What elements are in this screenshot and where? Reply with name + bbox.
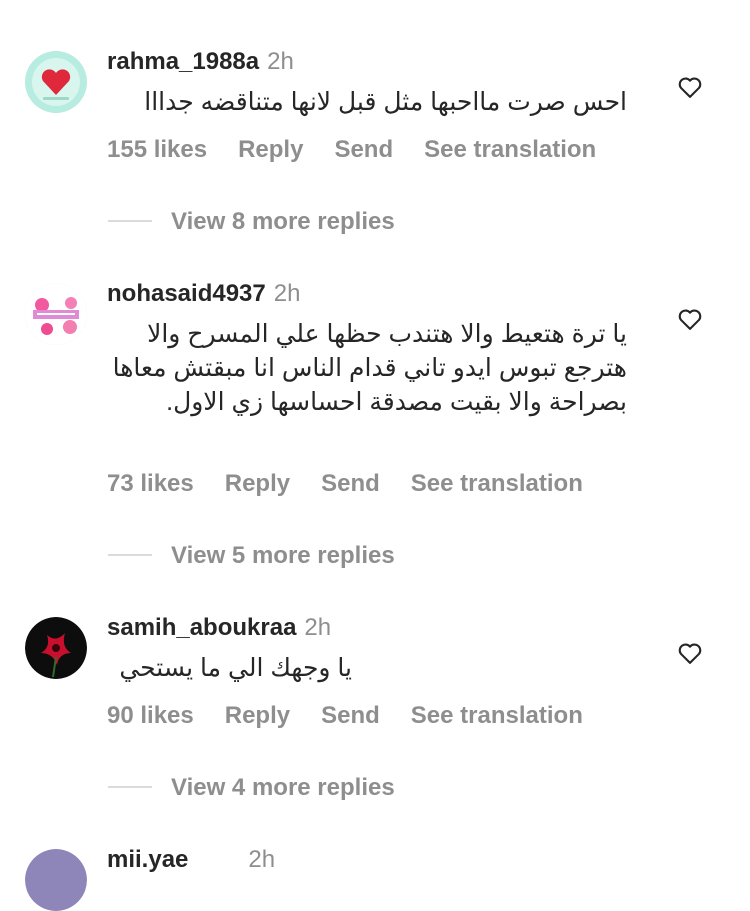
username[interactable]: mii.yae — [107, 846, 188, 873]
avatar[interactable] — [25, 51, 87, 113]
timestamp: 2h — [267, 48, 294, 75]
avatar[interactable] — [25, 283, 87, 345]
heart-outline-icon[interactable] — [676, 639, 704, 667]
reply-button[interactable]: Reply — [238, 136, 303, 163]
send-button[interactable]: Send — [321, 470, 380, 497]
likes-count[interactable]: 90 likes — [107, 702, 194, 729]
view-replies-label: View 5 more replies — [171, 542, 395, 569]
comment-actions: 90 likes Reply Send See translation — [107, 701, 614, 731]
timestamp: 2h — [304, 614, 332, 641]
view-replies-label: View 4 more replies — [171, 774, 395, 801]
replies-divider — [108, 785, 152, 788]
heart-outline-icon[interactable] — [676, 73, 704, 101]
reply-button[interactable]: Reply — [225, 702, 290, 729]
username[interactable]: samih_aboukraa — [107, 614, 296, 641]
likes-count[interactable]: 155 likes — [107, 136, 207, 163]
send-button[interactable]: Send — [334, 136, 393, 163]
cut-off-text-fragment — [352, 0, 366, 4]
timestamp: 2h — [248, 846, 276, 873]
username[interactable]: nohasaid4937 — [107, 280, 266, 307]
comment-header: samih_aboukraa 2h — [107, 613, 331, 643]
comment-text: يا وجهك الي ما يستحي — [119, 654, 352, 682]
view-more-replies[interactable]: View 8 more replies — [108, 207, 395, 237]
comment-actions: 155 likes Reply Send See translation — [107, 135, 627, 165]
likes-count[interactable]: 73 likes — [107, 470, 194, 497]
heart-outline-icon[interactable] — [676, 305, 704, 333]
view-replies-label: View 8 more replies — [171, 208, 395, 235]
comment-text: يا ترة هتعيط والا هتندب حظها علي المسرح … — [112, 320, 627, 416]
comment-actions: 73 likes Reply Send See translation — [107, 469, 614, 499]
timestamp: 2h — [273, 280, 301, 307]
comment-header: mii.yae 2h — [107, 845, 275, 875]
replies-divider — [108, 553, 152, 556]
comment-header: nohasaid4937 2h — [107, 279, 300, 309]
view-more-replies[interactable]: View 5 more replies — [108, 541, 395, 571]
avatar[interactable] — [25, 617, 87, 679]
view-more-replies[interactable]: View 4 more replies — [108, 773, 395, 803]
username[interactable]: rahma_1988a — [107, 48, 259, 75]
avatar[interactable] — [25, 849, 87, 911]
see-translation-button[interactable]: See translation — [411, 470, 583, 497]
replies-divider — [108, 219, 152, 222]
send-button[interactable]: Send — [321, 702, 380, 729]
see-translation-button[interactable]: See translation — [424, 136, 596, 163]
see-translation-button[interactable]: See translation — [411, 702, 583, 729]
comment-header: rahma_1988a 2h — [107, 47, 294, 77]
reply-button[interactable]: Reply — [225, 470, 290, 497]
comment-text: احس صرت مااحبها مثل قبل لانها متناقضه جد… — [144, 88, 627, 116]
